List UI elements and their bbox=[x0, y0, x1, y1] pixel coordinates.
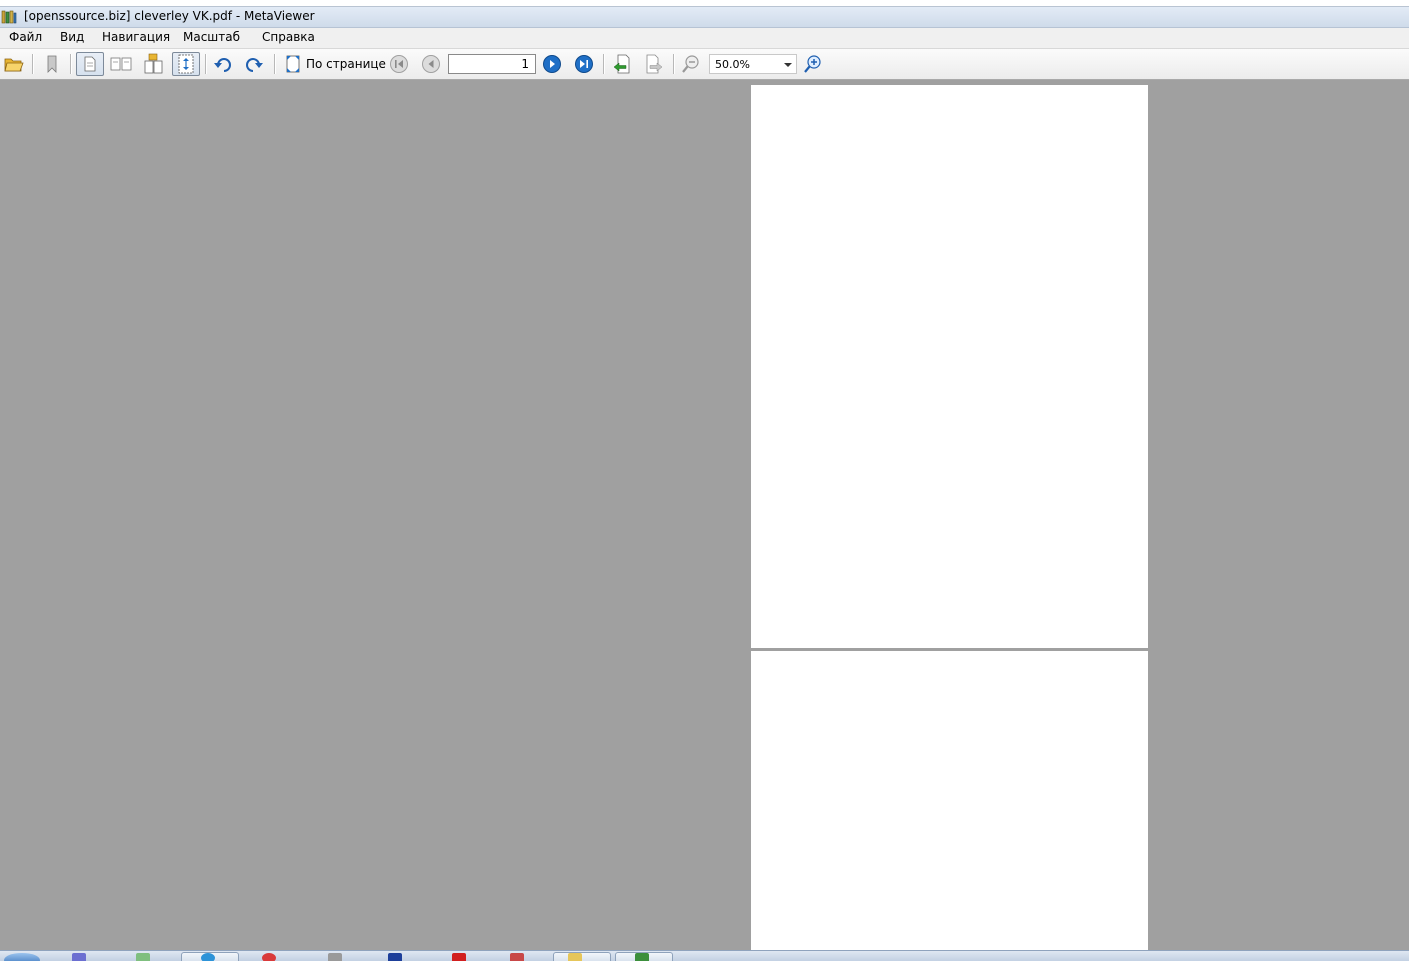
single-page-view-button[interactable] bbox=[76, 52, 104, 76]
rotate-counterclockwise-icon bbox=[214, 58, 231, 72]
last-page-icon bbox=[575, 55, 593, 73]
open-button[interactable] bbox=[2, 52, 26, 76]
forward-arrow-icon bbox=[646, 54, 663, 74]
first-page-icon bbox=[390, 55, 408, 73]
fit-height-icon bbox=[178, 54, 194, 74]
first-page-button[interactable] bbox=[387, 52, 411, 76]
menu-view[interactable]: Вид bbox=[58, 30, 86, 44]
window-title: [openssource.biz] cleverley VK.pdf - Met… bbox=[24, 9, 315, 23]
bookmark-icon bbox=[47, 55, 57, 73]
metaviewer-app-icon[interactable] bbox=[1, 9, 17, 25]
toolbar-separator bbox=[32, 54, 34, 74]
previous-page-icon bbox=[422, 55, 440, 73]
zoom-out-button[interactable] bbox=[679, 52, 703, 76]
page-number-input[interactable] bbox=[448, 54, 536, 74]
toolbar-separator bbox=[673, 54, 675, 74]
zoom-in-button[interactable] bbox=[801, 52, 825, 76]
menu-file[interactable]: Файл bbox=[7, 30, 44, 44]
document-viewport[interactable] bbox=[0, 80, 1409, 950]
top-edge bbox=[0, 0, 1409, 7]
menu-zoom[interactable]: Масштаб bbox=[181, 30, 242, 44]
next-page-button[interactable] bbox=[540, 52, 564, 76]
zoom-level-value: 50.0% bbox=[715, 58, 750, 71]
toolbar-separator bbox=[603, 54, 605, 74]
history-forward-button[interactable] bbox=[642, 52, 666, 76]
next-page-icon bbox=[543, 55, 561, 73]
fit-page-icon bbox=[286, 55, 300, 73]
document-page[interactable] bbox=[751, 651, 1148, 950]
rotate-left-button[interactable] bbox=[211, 52, 235, 76]
zoom-in-icon bbox=[804, 55, 821, 73]
single-page-icon bbox=[84, 56, 96, 72]
last-page-button[interactable] bbox=[572, 52, 596, 76]
fit-page-button[interactable] bbox=[281, 52, 305, 76]
menu-bar: Файл Вид Навигация Масштаб Справка bbox=[0, 28, 1409, 49]
fit-page-label[interactable]: По странице bbox=[306, 57, 386, 71]
toolbar-separator bbox=[274, 54, 276, 74]
open-folder-icon bbox=[4, 58, 24, 72]
zoom-level-select[interactable]: 50.0% bbox=[709, 54, 797, 74]
dropdown-arrow-icon[interactable] bbox=[784, 63, 792, 67]
bookmarks-button[interactable] bbox=[40, 52, 64, 76]
menu-navigation[interactable]: Навигация bbox=[100, 30, 172, 44]
title-bar[interactable]: [openssource.biz] cleverley VK.pdf - Met… bbox=[0, 7, 1409, 28]
previous-page-button[interactable] bbox=[419, 52, 443, 76]
menu-help[interactable]: Справка bbox=[260, 30, 317, 44]
taskbar bbox=[0, 950, 1409, 961]
two-pages-icon bbox=[110, 57, 132, 71]
toolbar-separator bbox=[70, 54, 72, 74]
rotate-right-button[interactable] bbox=[242, 52, 266, 76]
toolbar-separator bbox=[205, 54, 207, 74]
back-arrow-icon bbox=[613, 54, 630, 74]
continuous-view-button[interactable] bbox=[141, 52, 165, 76]
rotate-clockwise-icon bbox=[246, 58, 263, 72]
document-page[interactable] bbox=[751, 85, 1148, 648]
continuous-pages-icon bbox=[144, 53, 163, 74]
two-page-view-button[interactable] bbox=[109, 52, 133, 76]
history-back-button[interactable] bbox=[610, 52, 634, 76]
zoom-out-icon bbox=[682, 55, 699, 73]
scroll-mode-button[interactable] bbox=[172, 52, 200, 76]
toolbar: По странице bbox=[0, 49, 1409, 80]
